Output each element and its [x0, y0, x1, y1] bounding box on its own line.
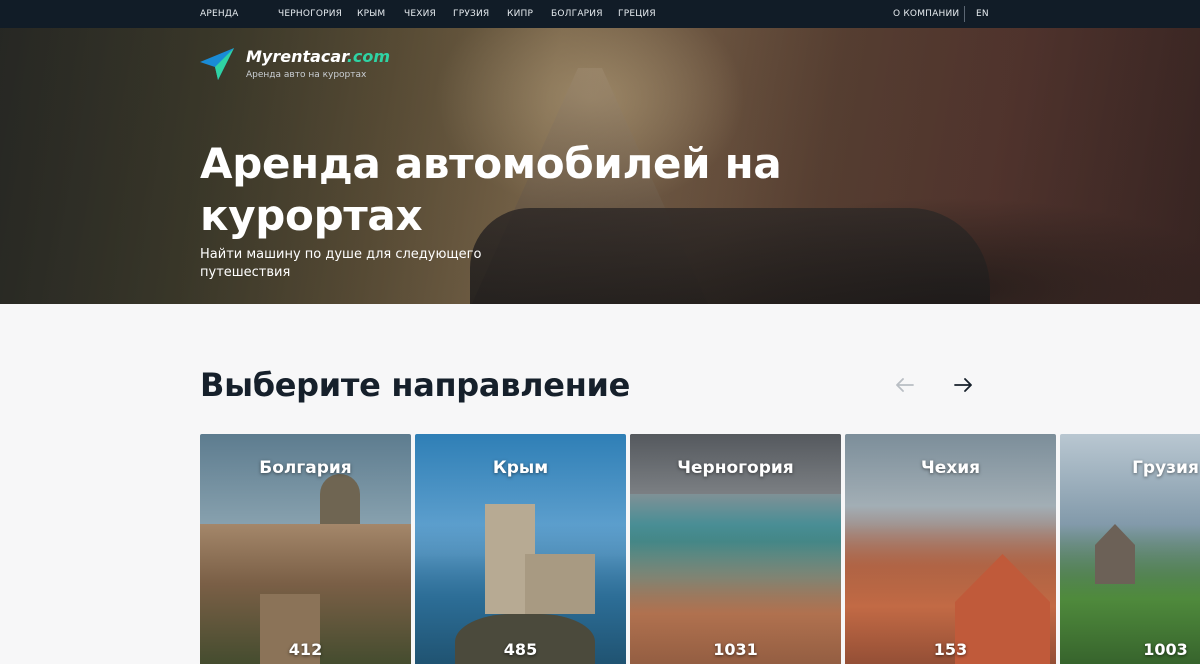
destination-card-georgia[interactable]: Грузия 1003 — [1060, 434, 1200, 664]
destination-count: 1003 — [1143, 640, 1188, 659]
destination-name: Болгария — [259, 458, 352, 478]
site-logo[interactable]: Myrentacar.com Аренда авто на курортах — [200, 46, 430, 86]
destination-name: Крым — [492, 458, 549, 478]
destination-name: Грузия — [1132, 458, 1199, 478]
nav-item-rent[interactable]: АРЕНДА — [200, 0, 238, 28]
arrow-left-icon — [896, 378, 914, 392]
nav-item-about[interactable]: О КОМПАНИИ — [893, 0, 959, 28]
nav-item-georgia[interactable]: ГРУЗИЯ — [453, 0, 489, 28]
destination-card-montenegro[interactable]: Черногория 1031 — [630, 434, 841, 664]
nav-item-czechia[interactable]: ЧЕХИЯ — [404, 0, 436, 28]
destination-count: 485 — [503, 640, 538, 659]
top-navigation: АРЕНДА ЧЕРНОГОРИЯ КРЫМ ЧЕХИЯ ГРУЗИЯ КИПР… — [0, 0, 1200, 28]
nav-item-greece[interactable]: ГРЕЦИЯ — [618, 0, 656, 28]
nav-divider — [964, 6, 965, 22]
destination-count: 1031 — [713, 640, 758, 659]
logo-tagline: Аренда авто на курортах — [246, 70, 367, 80]
nav-item-cyprus[interactable]: КИПР — [507, 0, 533, 28]
arrow-right-icon — [954, 378, 972, 392]
destination-card-czechia[interactable]: Чехия 153 — [845, 434, 1056, 664]
nav-item-crimea[interactable]: КРЫМ — [357, 0, 385, 28]
language-switch[interactable]: EN — [976, 0, 989, 28]
destination-name: Чехия — [920, 458, 981, 478]
nav-item-bulgaria[interactable]: БОЛГАРИЯ — [551, 0, 603, 28]
church-dome-image — [320, 474, 360, 524]
destination-count: 412 — [288, 640, 323, 659]
logo-mark-icon — [200, 48, 234, 80]
section-title: Выберите направление — [200, 366, 631, 404]
hero-subtitle: Найти машину по душе для следующего путе… — [200, 247, 482, 280]
destination-name: Черногория — [677, 458, 794, 478]
slider-prev-button[interactable] — [893, 373, 917, 397]
destination-card-bulgaria[interactable]: Болгария 412 — [200, 434, 411, 664]
hero-banner: Myrentacar.com Аренда авто на курортах А… — [0, 28, 1200, 304]
slider-next-button[interactable] — [951, 373, 975, 397]
hero-title: Аренда автомобилей на курортах — [200, 139, 782, 240]
logo-name: Myrentacar.com — [246, 47, 391, 66]
destination-count: 153 — [933, 640, 968, 659]
nav-item-montenegro[interactable]: ЧЕРНОГОРИЯ — [278, 0, 342, 28]
destination-carousel: Болгария 412 Крым 485 Черногория 1031 Че… — [200, 434, 1200, 664]
destination-card-crimea[interactable]: Крым 485 — [415, 434, 626, 664]
